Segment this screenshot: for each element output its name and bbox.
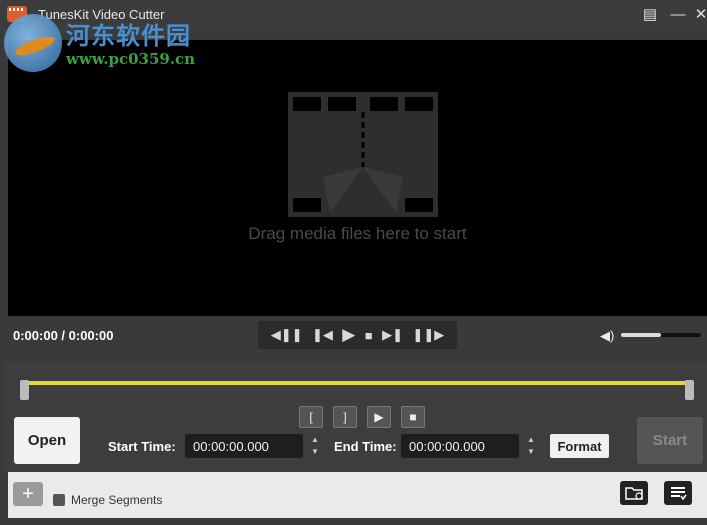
end-time-spinner[interactable]: ▲ ▼ (524, 434, 538, 458)
trim-start-handle[interactable] (20, 380, 29, 400)
video-preview-area[interactable]: Drag media files here to start (8, 40, 707, 316)
trim-range-line (22, 381, 692, 385)
step-forward-icon[interactable]: ▶❚ (382, 327, 403, 343)
step-back-icon[interactable]: ❚◀ (312, 327, 333, 343)
minimize-icon[interactable]: — (667, 4, 689, 26)
task-list-icon[interactable] (664, 481, 692, 505)
previous-frame-icon[interactable]: ◀❚❚ (271, 327, 303, 343)
film-placeholder-icon (288, 92, 438, 217)
format-button[interactable]: Format (550, 434, 609, 458)
trim-end-handle[interactable] (685, 380, 694, 400)
next-frame-icon[interactable]: ❚❚▶ (412, 327, 444, 343)
end-time-input[interactable] (401, 434, 519, 458)
window-title: TunesKit Video Cutter (38, 7, 165, 22)
play-segment-icon[interactable]: ▶ (367, 406, 391, 428)
time-display: 0:00:00 / 0:00:00 (13, 328, 114, 343)
title-bar: TunesKit Video Cutter ▤ — ✕ (0, 0, 707, 32)
end-time-label: End Time: (334, 439, 397, 454)
start-time-label: Start Time: (108, 439, 176, 454)
volume-level (621, 333, 661, 337)
segment-controls: [ ] ▶ ■ (299, 406, 425, 428)
stop-icon[interactable]: ■ (365, 328, 373, 343)
output-folder-icon[interactable] (620, 481, 648, 505)
volume-icon[interactable]: ◀) (600, 328, 614, 344)
plus-icon[interactable]: + (13, 482, 43, 506)
set-end-icon[interactable]: ] (333, 406, 357, 428)
trim-range-slider[interactable] (20, 380, 694, 400)
close-icon[interactable]: ✕ (690, 4, 707, 26)
open-button[interactable]: Open (14, 417, 80, 464)
stop-segment-icon[interactable]: ■ (401, 406, 425, 428)
playback-bar: 0:00:00 / 0:00:00 ◀❚❚ ❚◀ ▶ ■ ▶❚ ❚❚▶ ◀) (0, 316, 707, 356)
set-start-icon[interactable]: [ (299, 406, 323, 428)
play-icon[interactable]: ▶ (342, 325, 355, 345)
volume-slider[interactable] (621, 333, 701, 337)
start-time-spinner[interactable]: ▲ ▼ (308, 434, 322, 458)
merge-segments-label: Merge Segments (71, 493, 163, 507)
merge-segments-checkbox[interactable] (53, 494, 65, 506)
menu-icon[interactable]: ▤ (639, 4, 661, 26)
window-bottom-edge (0, 518, 707, 525)
app-icon (7, 6, 27, 22)
transport-controls: ◀❚❚ ❚◀ ▶ ■ ▶❚ ❚❚▶ (258, 321, 457, 349)
start-button[interactable]: Start (637, 417, 703, 464)
drop-hint: Drag media files here to start (248, 224, 467, 243)
start-time-input[interactable] (185, 434, 303, 458)
bottom-bar: + Merge Segments (8, 472, 707, 518)
